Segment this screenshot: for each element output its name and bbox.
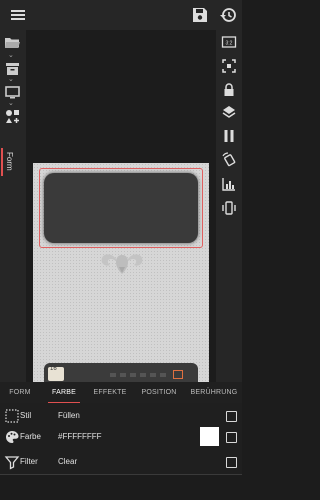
aspect-ratio-icon[interactable]: 3:2 xyxy=(221,34,237,50)
dotted-square-icon xyxy=(4,408,20,424)
design-canvas[interactable]: 16 xyxy=(33,163,209,382)
properties-tabs: FORM FARBE EFFEKTE POSITION BERÜHRUNG xyxy=(0,382,242,404)
filter-value[interactable]: Clear xyxy=(58,457,77,466)
tab-label: EFFEKTE xyxy=(93,389,127,396)
style-checkbox[interactable] xyxy=(226,411,237,422)
tab-effekte[interactable]: EFFEKTE xyxy=(88,382,132,404)
chevron-down-icon: ⌄ xyxy=(8,52,14,59)
filter-row[interactable]: Filter Clear xyxy=(0,449,242,475)
save-icon[interactable] xyxy=(190,5,210,25)
indicator-dot xyxy=(140,373,146,377)
color-value[interactable]: #FFFFFFFF xyxy=(58,432,102,441)
lock-icon[interactable] xyxy=(221,82,237,98)
rotate-icon[interactable] xyxy=(221,152,237,168)
form-tab-label: Form xyxy=(5,152,14,171)
chevron-down-icon: ⌄ xyxy=(8,100,14,107)
tab-form-vertical[interactable]: Form xyxy=(1,148,23,176)
folder-open-icon[interactable] xyxy=(4,34,21,51)
history-icon[interactable] xyxy=(218,5,238,25)
color-row[interactable]: Farbe #FFFFFFFF xyxy=(0,424,242,450)
tab-form[interactable]: FORM xyxy=(0,382,40,404)
shapes-icon[interactable] xyxy=(4,108,21,125)
pause-icon[interactable] xyxy=(221,128,237,144)
vibrate-icon[interactable] xyxy=(221,200,237,216)
divider xyxy=(0,474,242,475)
palette-icon xyxy=(4,429,20,445)
chart-icon[interactable] xyxy=(221,176,237,192)
active-tab-indicator xyxy=(1,148,3,176)
selected-mini-box xyxy=(173,370,183,379)
filter-label: Filter xyxy=(20,457,38,466)
filter-checkbox[interactable] xyxy=(226,457,237,468)
layers-icon[interactable] xyxy=(221,104,237,120)
tab-label: POSITION xyxy=(141,389,177,396)
monitor-icon[interactable] xyxy=(4,84,21,101)
top-app-bar xyxy=(0,0,242,30)
style-label: Stil xyxy=(20,411,32,420)
tab-farbe[interactable]: FARBE xyxy=(44,382,84,404)
svg-text:3:2: 3:2 xyxy=(226,41,233,47)
bottom-number: 16 xyxy=(50,366,57,372)
rounded-rectangle-shape xyxy=(44,173,198,243)
fit-screen-icon[interactable] xyxy=(221,58,237,74)
tab-label: FARBE xyxy=(52,389,76,396)
bottom-widget-shape[interactable]: 16 xyxy=(44,363,198,382)
tab-position[interactable]: POSITION xyxy=(136,382,182,404)
chevron-down-icon: ⌄ xyxy=(8,76,14,83)
ram-logo-icon xyxy=(101,254,143,274)
archive-icon[interactable] xyxy=(4,60,21,77)
indicator-dot xyxy=(130,373,136,377)
indicator-dot xyxy=(160,373,166,377)
style-value[interactable]: Füllen xyxy=(58,411,80,420)
selected-shape[interactable] xyxy=(39,168,203,248)
color-swatch[interactable] xyxy=(200,427,219,446)
indicator-dot xyxy=(110,373,116,377)
color-label: Farbe xyxy=(20,432,41,441)
left-tool-rail: ⌄ ⌄ ⌄ Form xyxy=(0,30,26,382)
indicator-dot xyxy=(150,373,156,377)
tab-label: BERÜHRUNG xyxy=(190,389,238,396)
menu-icon[interactable] xyxy=(8,5,28,25)
tab-label: FORM xyxy=(9,389,31,396)
color-checkbox[interactable] xyxy=(226,432,237,443)
filter-icon xyxy=(4,454,20,470)
right-tool-rail: 3:2 xyxy=(216,30,242,382)
indicator-dot xyxy=(120,373,126,377)
tab-beruehrung[interactable]: BERÜHRUNG xyxy=(186,382,242,404)
